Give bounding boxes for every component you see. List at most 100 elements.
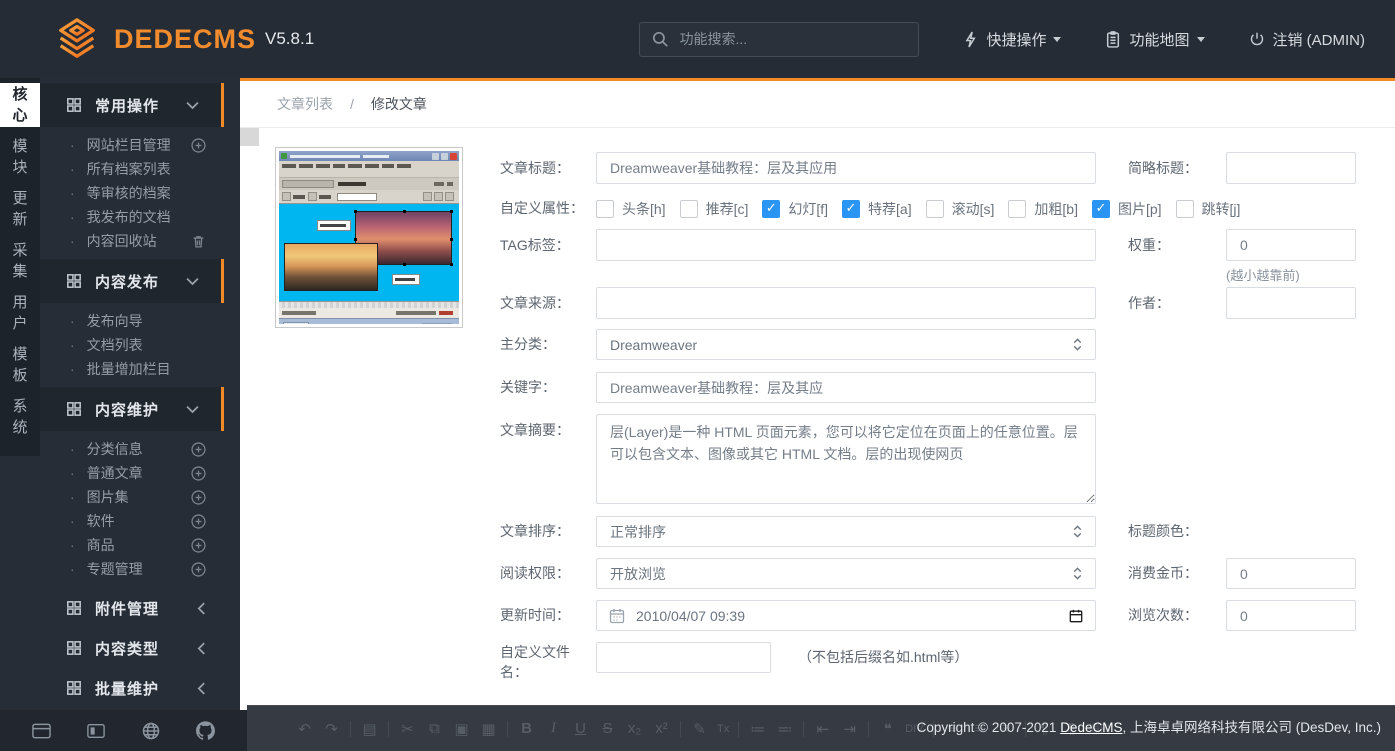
source-document-icon[interactable]: ▤ bbox=[360, 720, 379, 738]
attr-recommend-checkbox[interactable]: 推荐[c] bbox=[680, 199, 749, 219]
sidebar-section-content-types[interactable]: 内容类型 bbox=[40, 629, 240, 667]
sidebar-item-classified-info[interactable]: ·分类信息 bbox=[40, 437, 240, 461]
remove-format-icon[interactable]: Tx bbox=[717, 723, 729, 735]
sidebar-item-software[interactable]: ·软件 bbox=[40, 509, 240, 533]
sidebar-item-product[interactable]: ·商品 bbox=[40, 533, 240, 557]
attr-slide-checkbox[interactable]: 幻灯[f] bbox=[762, 199, 828, 219]
article-sort-select[interactable]: 正常排序 bbox=[596, 516, 1096, 547]
main-category-select[interactable]: Dreamweaver bbox=[596, 329, 1096, 360]
brand-logo[interactable]: DEDECMS V5.8.1 bbox=[54, 16, 314, 62]
sidebar-item-publish-wizard[interactable]: ·发布向导 bbox=[40, 309, 240, 333]
attr-special-checkbox[interactable]: 特荐[a] bbox=[842, 199, 912, 219]
bold-icon[interactable]: B bbox=[517, 720, 536, 737]
sidebar-item-image-gallery[interactable]: ·图片集 bbox=[40, 485, 240, 509]
function-map-menu[interactable]: 功能地图 bbox=[1105, 29, 1204, 50]
section-label: 附件管理 bbox=[95, 598, 159, 619]
sidebar-section-common-operations[interactable]: 常用操作 bbox=[40, 83, 224, 127]
sidebar-item-pending-review-archives[interactable]: ·等审核的档案 bbox=[40, 181, 240, 205]
keywords-input[interactable] bbox=[596, 372, 1096, 403]
author-input[interactable] bbox=[1226, 287, 1356, 319]
indent-icon[interactable]: ⇥ bbox=[840, 720, 859, 738]
section-items: ·分类信息 ·普通文章 ·图片集 ·软件 ·商品 ·专题管理 bbox=[40, 431, 240, 587]
underline-icon[interactable]: U bbox=[571, 720, 590, 737]
sidebar-layout-button[interactable] bbox=[87, 723, 105, 739]
github-button[interactable] bbox=[196, 721, 215, 740]
rail-tab-modules[interactable]: 模块 bbox=[0, 135, 40, 179]
plus-circle-icon[interactable] bbox=[191, 538, 206, 553]
attr-scroll-checkbox[interactable]: 滚动[s] bbox=[926, 199, 995, 219]
sidebar-section-content-publish[interactable]: 内容发布 bbox=[40, 259, 224, 303]
browser-window-button[interactable] bbox=[32, 723, 51, 739]
update-time-picker[interactable]: 2010/04/07 09:39 bbox=[596, 600, 1096, 631]
sidebar-item-site-category-manage[interactable]: ·网站栏目管理 bbox=[40, 133, 240, 157]
plus-circle-icon[interactable] bbox=[191, 490, 206, 505]
sidebar-item-all-archives-list[interactable]: ·所有档案列表 bbox=[40, 157, 240, 181]
short-title-input[interactable] bbox=[1226, 152, 1356, 184]
section-items: ·发布向导 ·文档列表 ·批量增加栏目 bbox=[40, 303, 240, 387]
sidebar-item-document-list[interactable]: ·文档列表 bbox=[40, 333, 240, 357]
subscript-icon[interactable]: x₂ bbox=[625, 720, 644, 737]
sidebar-item-topic-manage[interactable]: ·专题管理 bbox=[40, 557, 240, 581]
coins-input[interactable] bbox=[1226, 558, 1356, 589]
plus-circle-icon[interactable] bbox=[191, 466, 206, 481]
custom-filename-input[interactable] bbox=[596, 642, 771, 673]
title-color-swatch[interactable] bbox=[240, 128, 259, 146]
plus-circle-icon[interactable] bbox=[191, 138, 206, 153]
tag-input[interactable] bbox=[596, 229, 1096, 261]
redo-icon[interactable]: ↷ bbox=[322, 720, 341, 738]
chevron-left-icon bbox=[197, 602, 206, 615]
read-access-select[interactable]: 开放浏览 bbox=[596, 558, 1096, 589]
paste-icon[interactable]: ▣ bbox=[452, 720, 471, 738]
sidebar-item-normal-article[interactable]: ·普通文章 bbox=[40, 461, 240, 485]
paste-word-icon[interactable]: ▦ bbox=[479, 720, 498, 738]
format-brush-icon[interactable]: ✎ bbox=[690, 720, 709, 738]
blockquote-icon[interactable]: ❝ bbox=[878, 720, 897, 738]
views-input[interactable] bbox=[1226, 600, 1356, 631]
sidebar-section-attachment-manage[interactable]: 附件管理 bbox=[40, 589, 240, 627]
dedecms-link[interactable]: DedeCMS bbox=[1060, 720, 1122, 735]
breadcrumb-edit-article: 修改文章 bbox=[371, 94, 427, 114]
italic-icon[interactable]: I bbox=[544, 720, 563, 737]
ordered-list-icon[interactable]: ≔ bbox=[748, 720, 767, 738]
attr-headline-checkbox[interactable]: 头条[h] bbox=[596, 199, 666, 219]
superscript-icon[interactable]: x² bbox=[652, 720, 671, 737]
calendar-picker-icon[interactable] bbox=[1069, 609, 1083, 623]
attr-picture-checkbox[interactable]: 图片[p] bbox=[1092, 199, 1162, 219]
undo-icon[interactable]: ↶ bbox=[295, 720, 314, 738]
rail-tab-system[interactable]: 系统 bbox=[0, 395, 40, 439]
summary-textarea[interactable]: 层(Layer)是一种 HTML 页面元素，您可以将它定位在页面上的任意位置。层… bbox=[596, 414, 1096, 504]
function-search[interactable] bbox=[639, 22, 919, 57]
attr-jump-checkbox[interactable]: 跳转[j] bbox=[1176, 199, 1241, 219]
select-arrows-icon bbox=[1073, 338, 1082, 351]
sidebar-section-batch-maintain[interactable]: 批量维护 bbox=[40, 669, 240, 707]
unordered-list-icon[interactable]: ≕ bbox=[775, 720, 794, 738]
plus-circle-icon[interactable] bbox=[191, 442, 206, 457]
grid-icon bbox=[67, 402, 81, 416]
weight-input[interactable] bbox=[1226, 229, 1356, 261]
breadcrumb-article-list[interactable]: 文章列表 bbox=[277, 94, 333, 114]
logout-label: 注销 (ADMIN) bbox=[1273, 29, 1366, 50]
rail-tab-templates[interactable]: 模板 bbox=[0, 343, 40, 387]
plus-circle-icon[interactable] bbox=[191, 514, 206, 529]
strikethrough-icon[interactable]: S bbox=[598, 720, 617, 737]
sidebar-item-content-recycle-bin[interactable]: ·内容回收站 bbox=[40, 229, 240, 253]
search-input[interactable] bbox=[679, 31, 889, 47]
quick-actions-menu[interactable]: 快捷操作 bbox=[963, 29, 1061, 50]
sidebar-item-my-published-docs[interactable]: ·我发布的文档 bbox=[40, 205, 240, 229]
globe-button[interactable] bbox=[142, 722, 160, 740]
rail-tab-core[interactable]: 核心 bbox=[0, 83, 40, 127]
rail-tab-users[interactable]: 用户 bbox=[0, 291, 40, 335]
attr-bold-checkbox[interactable]: 加粗[b] bbox=[1008, 199, 1078, 219]
logout-button[interactable]: 注销 (ADMIN) bbox=[1249, 29, 1366, 50]
rail-tab-collect[interactable]: 采集 bbox=[0, 239, 40, 283]
copy-icon[interactable]: ⧉ bbox=[425, 720, 444, 737]
sidebar-item-batch-add-category[interactable]: ·批量增加栏目 bbox=[40, 357, 240, 381]
article-source-input[interactable] bbox=[596, 287, 1096, 319]
sidebar-section-content-maintain[interactable]: 内容维护 bbox=[40, 387, 224, 431]
outdent-icon[interactable]: ⇤ bbox=[813, 720, 832, 738]
cut-icon[interactable]: ✂ bbox=[398, 720, 417, 738]
trash-icon[interactable] bbox=[191, 234, 206, 249]
article-title-input[interactable] bbox=[596, 152, 1096, 184]
plus-circle-icon[interactable] bbox=[191, 562, 206, 577]
rail-tab-update[interactable]: 更新 bbox=[0, 187, 40, 231]
